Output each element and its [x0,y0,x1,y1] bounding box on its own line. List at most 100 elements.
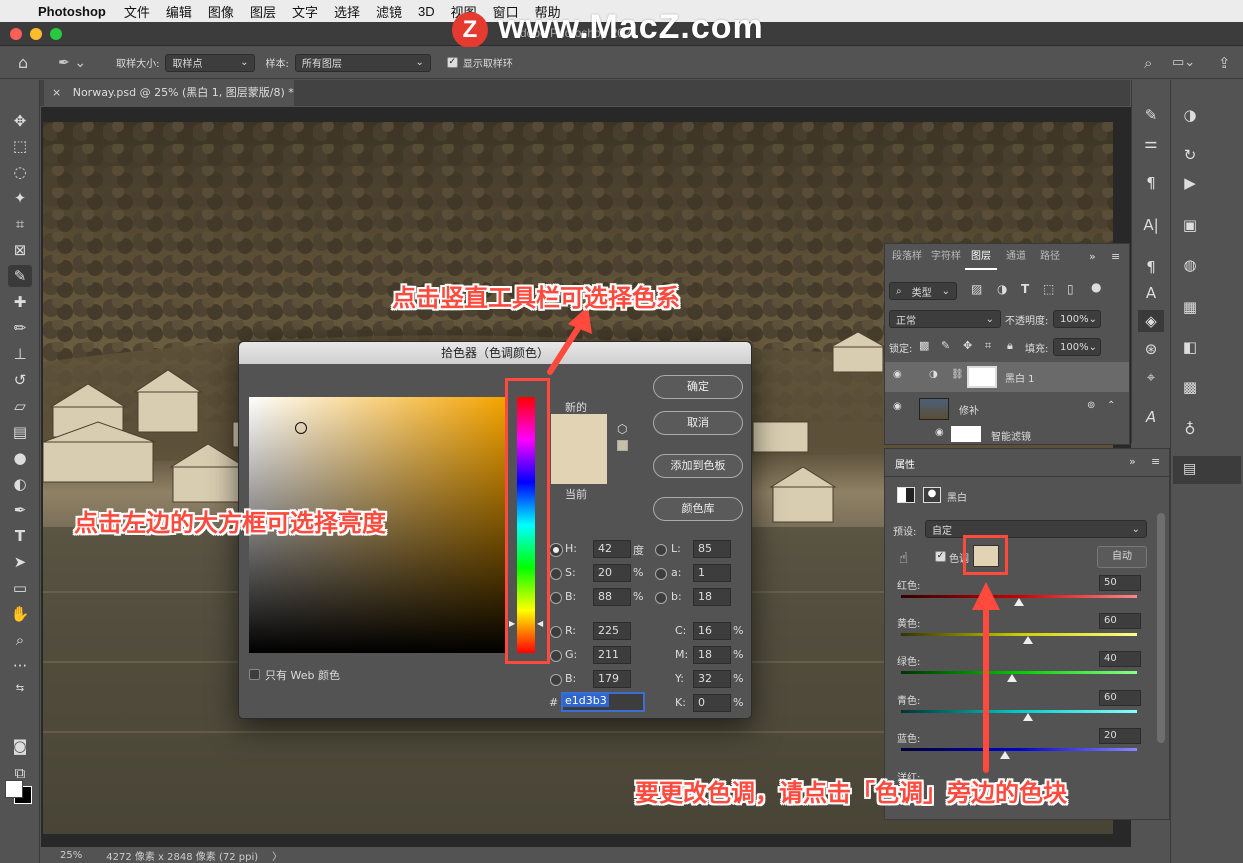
dodge-tool-icon[interactable]: ◐ [8,473,32,495]
tab-layers[interactable]: 图层 [965,244,997,270]
menu-edit[interactable]: 编辑 [166,2,192,21]
slider-track-blue[interactable] [901,748,1137,751]
radio-r[interactable] [550,626,562,638]
layer-row-patch[interactable]: ◉ 修补 ⊚ ⌃ [885,394,1129,424]
radio-g[interactable] [550,650,562,662]
home-icon[interactable]: ⌂ [18,53,28,72]
slider-thumb-yellow[interactable] [1023,636,1034,644]
slider-value-red[interactable]: 50 [1099,575,1141,591]
crop-tool-icon[interactable]: ⌗ [8,213,32,235]
input-h[interactable]: 42 [593,540,631,558]
preset-select[interactable]: 自定 ⌄ [925,520,1147,538]
slider-track-yellow[interactable] [901,633,1137,636]
input-l[interactable]: 85 [693,540,731,558]
radio-h[interactable] [549,543,563,557]
rectangle-tool-icon[interactable]: ▭ [8,577,32,599]
magic-wand-tool-icon[interactable]: ✦ [8,187,32,209]
properties-scrollbar[interactable] [1157,513,1165,743]
current-color-swatch[interactable] [551,450,607,484]
more-tools-icon[interactable]: ··· [8,655,32,677]
app-menu[interactable]: Photoshop [38,4,106,19]
add-to-swatches-button[interactable]: 添加到色板 [653,454,743,478]
healing-brush-tool-icon[interactable]: ✚ [8,291,32,313]
lasso-tool-icon[interactable]: ◌ [8,161,32,183]
zoom-tool-icon[interactable]: ⌕ [8,629,32,651]
tab-channels[interactable]: 通道 [999,244,1033,270]
zoom-window-button[interactable] [50,28,62,40]
menu-image[interactable]: 图像 [208,2,234,21]
fill-input[interactable]: 100% ⌄ [1053,338,1101,356]
panel-collapse-icon[interactable]: » [1089,250,1096,263]
hand-tool-icon[interactable]: ✋ [8,603,32,625]
input-blue[interactable]: 179 [593,670,631,688]
input-s[interactable]: 20 [593,564,631,582]
zoom-level[interactable]: 25% [60,850,82,861]
auto-button[interactable]: 自动 [1097,546,1147,568]
input-m[interactable]: 18 [693,646,731,664]
filter-pixel-icon[interactable]: ▨ [971,282,982,296]
targeted-adjust-hand-icon[interactable]: ☝ [899,549,908,567]
screen-mode-icon[interactable]: ⧉ [8,762,32,784]
close-window-button[interactable] [10,28,22,40]
blur-tool-icon[interactable]: ● [8,447,32,469]
paragraph-icon[interactable]: ¶ [1138,172,1164,194]
slider-value-blue[interactable]: 20 [1099,728,1141,744]
input-r[interactable]: 225 [593,622,631,640]
radio-s[interactable] [550,568,562,580]
eye-icon[interactable]: ◉ [935,427,944,438]
menu-type[interactable]: 文字 [292,2,318,21]
blend-mode-select[interactable]: 正常 ⌄ [889,310,1001,328]
menu-select[interactable]: 选择 [334,2,360,21]
eye-icon[interactable]: ◉ [893,369,902,380]
eye-icon[interactable]: ◉ [893,401,902,412]
input-lab-b[interactable]: 18 [693,588,731,606]
lock-position-icon[interactable]: ✥ [963,339,972,352]
quick-mask-icon[interactable]: ◙ [8,735,32,757]
chevron-up-icon[interactable]: ⌃ [1107,400,1115,411]
web-only-checkbox[interactable] [249,669,260,680]
eraser-tool-icon[interactable]: ▱ [8,395,32,417]
tab-paragraph-styles[interactable]: 段落样 [889,244,925,270]
paths-icon[interactable]: ⌖ [1138,366,1164,388]
brush-settings-icon[interactable]: ✎ [1138,104,1164,126]
character-styles-icon[interactable]: A [1138,282,1164,304]
web-safe-swatch[interactable] [617,440,628,451]
menu-file[interactable]: 文件 [124,2,150,21]
lock-transparent-icon[interactable]: ▩ [919,339,929,352]
input-k[interactable]: 0 [693,694,731,712]
menu-3d[interactable]: 3D [418,4,435,19]
hex-input[interactable]: e1d3b3 [561,692,645,712]
gradients-icon[interactable]: ◧ [1177,336,1203,358]
radio-a[interactable] [655,568,667,580]
input-y[interactable]: 32 [693,670,731,688]
lock-all-icon[interactable]: 🔒︎ [1007,339,1013,353]
character-icon[interactable]: A| [1138,214,1164,236]
learn-icon[interactable]: ♁ [1177,418,1203,440]
eyedropper-tool-preset-icon[interactable]: ✒︎ ⌄ [58,55,86,71]
paragraph-styles-icon[interactable]: ¶ [1138,256,1164,278]
frame-tool-icon[interactable]: ⊠ [8,239,32,261]
filter-adjustment-icon[interactable]: ◑ [997,282,1007,296]
color-field-picker-circle[interactable] [295,422,307,434]
sample-select[interactable]: 所有图层 ⌄ [294,53,431,72]
status-arrow-icon[interactable]: 〉 [272,848,282,863]
radio-b[interactable] [550,592,562,604]
brush-tool-icon[interactable]: ✏ [8,317,32,339]
menu-layer[interactable]: 图层 [250,2,276,21]
color-icon[interactable]: ◍ [1177,254,1203,276]
lock-image-icon[interactable]: ✎ [941,339,950,352]
marquee-tool-icon[interactable]: ⬚ [8,135,32,157]
show-ring-checkbox[interactable]: ✓ [446,57,458,68]
workspace-icon[interactable]: ▭⌄ [1172,55,1195,70]
link-icon[interactable]: ⛓︎ [951,369,964,380]
layer-row-smart-filters[interactable]: ◉ 智能滤镜 [885,424,1129,444]
slider-thumb-green[interactable] [1006,674,1017,682]
lock-artboard-icon[interactable]: ⌗ [985,339,991,353]
eyedropper-tool-icon[interactable]: ✎ [8,265,32,287]
gradient-tool-icon[interactable]: ▤ [8,421,32,443]
opacity-input[interactable]: 100% ⌄ [1053,310,1101,328]
input-b[interactable]: 88 [593,588,631,606]
document-tab[interactable]: × Norway.psd @ 25% (黑白 1, 图层蒙版/8) * [44,80,294,106]
pen-tool-icon[interactable]: ✒ [8,499,32,521]
slider-thumb-cyan[interactable] [1023,713,1034,721]
